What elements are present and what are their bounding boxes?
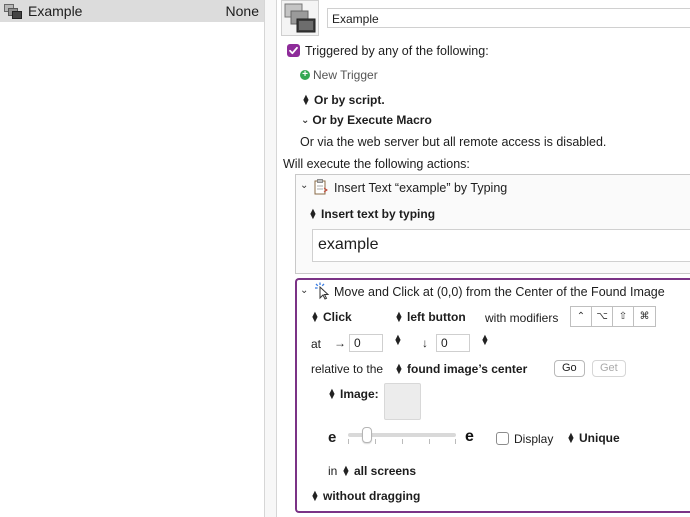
- insert-mode-label: Insert text by typing: [321, 207, 436, 221]
- macro-list-item-hotkey: None: [225, 3, 259, 19]
- relative-label: relative to the: [311, 362, 384, 376]
- screens-select[interactable]: ▲ ▼ all screens: [341, 463, 417, 479]
- y-arrow-icon: ↓: [422, 336, 428, 350]
- slider-tick: [348, 439, 349, 444]
- image-label: Image:: [340, 387, 379, 401]
- up-down-arrows-icon: ▲ ▼: [394, 309, 404, 324]
- macro-list-item[interactable]: Example None: [0, 0, 264, 22]
- modifier-keys: ⌃ ⌥ ⇧ ⌘: [570, 306, 656, 327]
- mouse-button-select[interactable]: ▲ ▼ left button: [394, 309, 466, 325]
- plus-circle-icon: +: [300, 70, 310, 80]
- command-icon[interactable]: ⌘: [634, 307, 655, 326]
- fuzziness-slider[interactable]: [348, 427, 456, 444]
- slider-tick: [375, 439, 376, 444]
- insert-text-field[interactable]: example: [312, 229, 690, 262]
- up-down-arrows-icon: ▲ ▼: [341, 463, 351, 478]
- at-label: at: [311, 337, 322, 351]
- get-button[interactable]: Get: [592, 360, 626, 377]
- cursor-click-icon: [315, 282, 331, 303]
- fuzz-low-label: e: [328, 429, 337, 446]
- checkbox-checked-icon: [289, 46, 298, 55]
- shift-icon[interactable]: ⌃: [571, 307, 592, 326]
- slider-tick: [402, 439, 403, 444]
- pane-divider[interactable]: [265, 0, 277, 517]
- y-offset-field[interactable]: 0: [436, 334, 470, 352]
- action-move-and-click[interactable]: ⌄ Move and Click at (0,0) from the Cente…: [295, 278, 690, 513]
- with-modifiers-label: with modifiers: [485, 311, 559, 325]
- up-down-arrows-icon: ▲ ▼: [327, 386, 337, 401]
- clipboard-icon: [314, 179, 328, 198]
- actions-header: Will execute the following actions:: [283, 157, 470, 171]
- slider-tick: [455, 439, 456, 444]
- display-label: Display: [514, 432, 554, 446]
- macro-list-pane: Example None: [0, 0, 265, 517]
- up-down-arrows-icon: ▲ ▼: [301, 92, 311, 107]
- new-trigger-button[interactable]: + New Trigger: [300, 68, 378, 82]
- control-icon[interactable]: ⇧: [613, 307, 634, 326]
- relative-to-select[interactable]: ▲ ▼ found image’s center: [394, 361, 528, 377]
- triggers-enabled-checkbox[interactable]: [287, 44, 300, 57]
- x-arrow-icon: →: [334, 336, 346, 350]
- up-down-arrows-icon: ▲ ▼: [310, 488, 320, 503]
- new-trigger-label: New Trigger: [313, 68, 378, 82]
- action-insert-text[interactable]: ⌄ Insert Text “example” by Typing ▲ ▼ Ins…: [295, 174, 690, 274]
- macro-icon-well[interactable]: [281, 0, 319, 36]
- action-move-and-click-title: Move and Click at (0,0) from the Center …: [334, 285, 665, 299]
- dragging-select[interactable]: ▲ ▼ without dragging: [310, 488, 421, 504]
- mouse-button-label: left button: [407, 310, 466, 324]
- up-down-arrows-icon: ▲ ▼: [308, 206, 318, 221]
- chevron-down-icon: ⌄: [301, 114, 310, 126]
- unique-label: Unique: [579, 431, 620, 445]
- by-script-label: Or by script.: [314, 93, 385, 107]
- y-offset-stepper[interactable]: ▲ ▼: [480, 333, 490, 347]
- x-offset-stepper[interactable]: ▲ ▼: [393, 333, 403, 347]
- relative-to-label: found image’s center: [407, 362, 528, 376]
- up-down-arrows-icon: ▲ ▼: [566, 430, 576, 445]
- macro-name-field[interactable]: Example: [327, 8, 690, 28]
- triggers-header: Triggered by any of the following:: [305, 44, 489, 58]
- display-checkbox[interactable]: [496, 432, 509, 445]
- in-label: in: [328, 464, 338, 478]
- fuzz-high-label: e: [465, 428, 474, 445]
- slider-thumb[interactable]: [362, 427, 372, 443]
- image-source-select[interactable]: ▲ ▼ Image:: [327, 386, 379, 402]
- click-type-select[interactable]: ▲ ▼ Click: [310, 309, 352, 325]
- slider-tick: [429, 439, 430, 444]
- go-button[interactable]: Go: [554, 360, 585, 377]
- up-down-arrows-icon: ▲ ▼: [394, 361, 404, 376]
- macro-group-icon: [4, 4, 22, 19]
- insert-mode-select[interactable]: ▲ ▼ Insert text by typing: [308, 206, 436, 222]
- click-type-label: Click: [323, 310, 352, 324]
- action-insert-text-title: Insert Text “example” by Typing: [334, 181, 508, 195]
- macro-group-icon: [284, 3, 316, 33]
- screens-label: all screens: [354, 464, 417, 478]
- dragging-label: without dragging: [323, 489, 421, 503]
- by-execute-macro-label: Or by Execute Macro: [312, 113, 432, 127]
- macro-editor: Example Triggered by any of the followin…: [277, 0, 690, 517]
- by-execute-macro-disclosure[interactable]: ⌄ Or by Execute Macro: [301, 113, 432, 127]
- macro-list-item-name: Example: [28, 3, 83, 19]
- option-icon[interactable]: ⌥: [592, 307, 613, 326]
- x-offset-field[interactable]: 0: [349, 334, 383, 352]
- up-down-arrows-icon: ▲ ▼: [310, 309, 320, 324]
- unique-select[interactable]: ▲ ▼ Unique: [566, 430, 620, 446]
- chevron-down-icon[interactable]: ⌄: [300, 180, 308, 191]
- web-server-status: Or via the web server but all remote acc…: [300, 135, 607, 149]
- image-well[interactable]: [384, 383, 421, 420]
- chevron-down-icon[interactable]: ⌄: [300, 285, 308, 296]
- by-script-disclosure[interactable]: ▲ ▼ Or by script.: [301, 92, 385, 108]
